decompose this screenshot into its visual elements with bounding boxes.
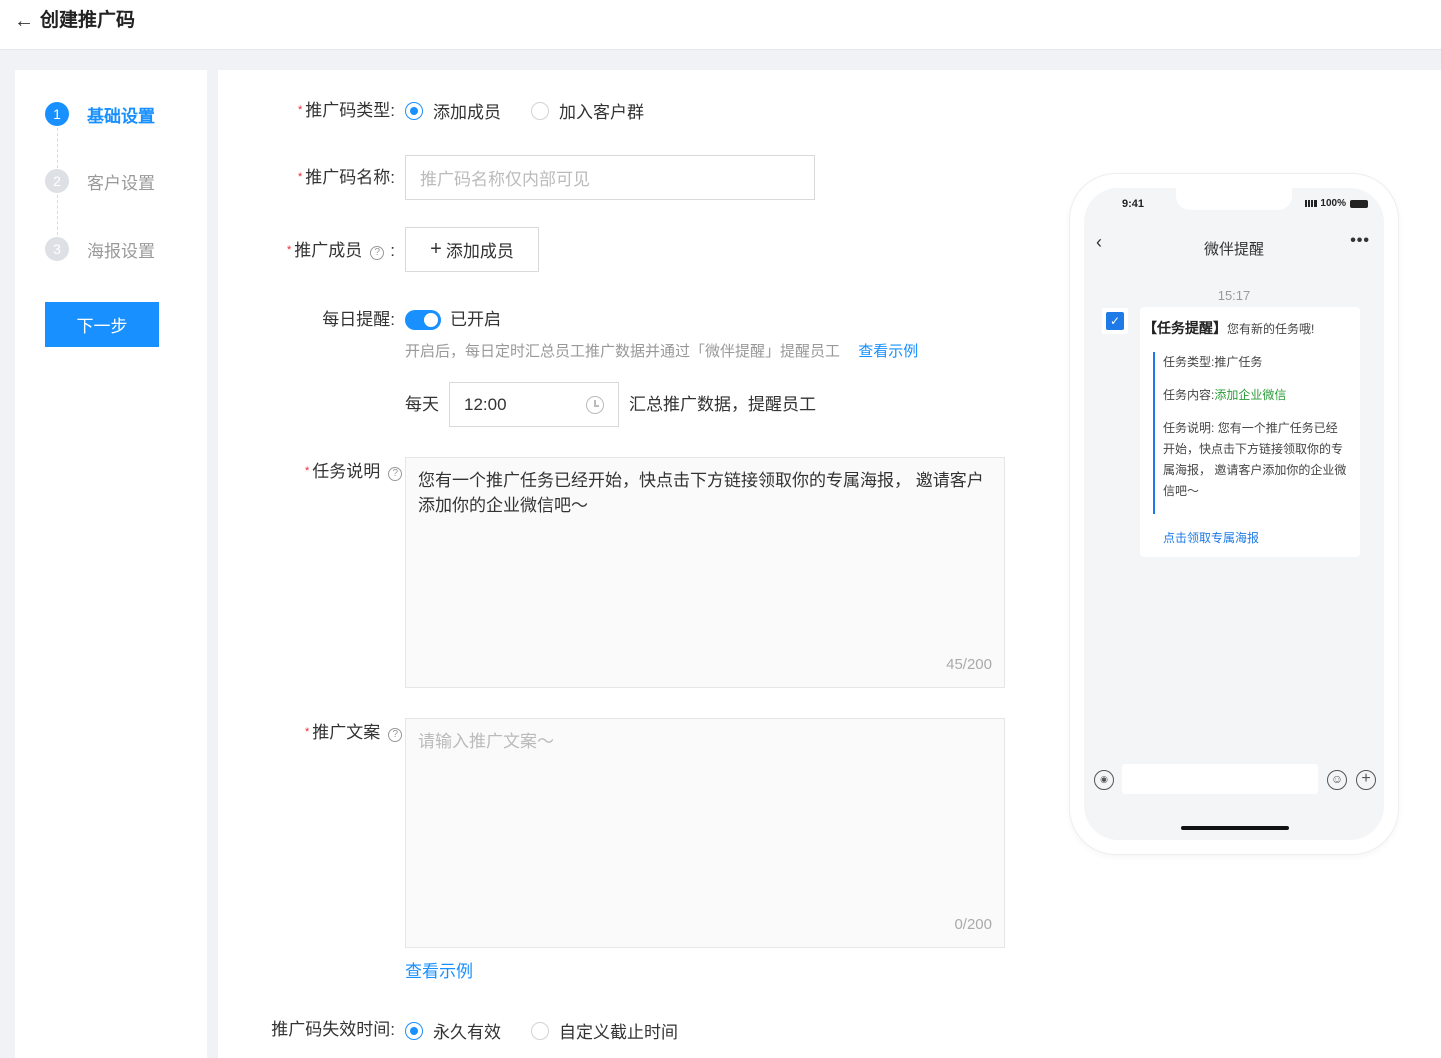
type-label: * 推广码类型: xyxy=(297,101,395,120)
form-panel: * 推广码类型: 添加成员 加入客户群 * 推广码名称: 推广码名称仅内部可见 * 推… xyxy=(218,70,1441,1058)
step-customer-settings[interactable]: 2 客户设置 xyxy=(45,168,155,194)
card-link: 点击领取专属海报 xyxy=(1163,531,1260,545)
card-desc-line: 任务说明: 您有一个推广任务已经开始，快点击下方链接领取你的专属海报， 邀请客户… xyxy=(1163,421,1347,498)
step-connector xyxy=(57,128,58,168)
next-step-button[interactable]: 下一步 xyxy=(45,302,159,347)
copy-textarea[interactable]: 请输入推广文案～ 0/200 xyxy=(405,718,1005,948)
phone-input-bar: ◉ ☺ + xyxy=(1084,758,1384,802)
home-indicator xyxy=(1181,826,1289,830)
top-bar: ← 创建推广码 xyxy=(0,0,1441,50)
radio-dot xyxy=(531,1021,549,1040)
phone-preview: 9:41 100% ‹ 微伴提醒 ••• 15:17 ✓ 【任务提醒】您有新的任… xyxy=(1070,174,1398,854)
step-label: 基础设置 xyxy=(87,106,155,126)
help-icon[interactable]: ? xyxy=(388,467,403,481)
task-card: 【任务提醒】您有新的任务哦! 任务类型:推广任务 任务内容:添加企业微信 任务说… xyxy=(1140,307,1360,557)
daily-hint: 开启后，每日定时汇总员工推广数据并通过「微伴提醒」提醒员工 查看示例 xyxy=(405,343,919,360)
radio-dot xyxy=(405,1021,423,1040)
radio-dot xyxy=(405,101,423,120)
voice-icon: ◉ xyxy=(1094,770,1114,790)
members-label: * 推广成员?: xyxy=(286,241,395,260)
step-number: 1 xyxy=(45,102,69,126)
phone-notch xyxy=(1176,188,1292,210)
card-type-line: 任务类型:推广任务 xyxy=(1163,355,1263,369)
radio-permanent[interactable]: 永久有效 xyxy=(405,1018,501,1043)
copy-label: *推广文案?: xyxy=(305,720,413,745)
plus-circle-icon: + xyxy=(1356,770,1376,790)
avatar: ✓ xyxy=(1102,308,1128,334)
task-textarea[interactable]: 您有一个推广任务已经开始，快点击下方链接领取你的专属海报， 邀请客户添加你的企业… xyxy=(405,457,1005,688)
every-day-label: 每天 xyxy=(405,395,439,414)
step-label: 客户设置 xyxy=(87,173,155,193)
step-basic-settings[interactable]: 1 基础设置 xyxy=(45,101,155,127)
page-title: 创建推广码 xyxy=(40,10,136,31)
emoji-icon: ☺ xyxy=(1327,770,1347,790)
copy-example-link[interactable]: 查看示例 xyxy=(405,960,473,984)
copy-counter: 0/200 xyxy=(954,916,992,933)
card-title: 【任务提醒】您有新的任务哦! xyxy=(1143,320,1315,336)
card-body: 任务类型:推广任务 任务内容:添加企业微信 任务说明: 您有一个推广任务已经开始… xyxy=(1153,352,1349,514)
daily-reminder-switch[interactable] xyxy=(405,310,441,330)
battery-icon xyxy=(1350,199,1368,208)
help-icon[interactable]: ? xyxy=(388,728,403,742)
status-time: 9:41 xyxy=(1122,198,1145,210)
plus-icon: + xyxy=(430,238,442,260)
expire-radio-group: 永久有效 自定义截止时间 xyxy=(405,1018,708,1043)
help-icon[interactable]: ? xyxy=(370,246,385,260)
step-poster-settings[interactable]: 3 海报设置 xyxy=(45,236,155,262)
phone-text-field xyxy=(1122,764,1318,794)
expire-label: 推广码失效时间: xyxy=(271,1020,395,1039)
back-arrow-icon[interactable]: ← xyxy=(14,10,34,32)
step-number: 3 xyxy=(45,237,69,261)
step-connector xyxy=(57,195,58,235)
task-counter: 45/200 xyxy=(946,656,992,673)
more-icon: ••• xyxy=(1350,232,1370,249)
task-label: *任务说明?: xyxy=(305,459,413,484)
radio-add-member[interactable]: 添加成员 xyxy=(405,98,501,123)
step-label: 海报设置 xyxy=(87,241,155,261)
daily-label: 每日提醒: xyxy=(322,310,395,329)
radio-custom-deadline[interactable]: 自定义截止时间 xyxy=(531,1018,678,1043)
type-radio-group: 添加成员 加入客户群 xyxy=(405,98,674,123)
radio-join-group[interactable]: 加入客户群 xyxy=(531,98,644,123)
radio-dot xyxy=(531,101,549,120)
signal-icon xyxy=(1305,200,1318,207)
name-label: * 推广码名称: xyxy=(297,168,395,187)
card-content-line: 任务内容:添加企业微信 xyxy=(1163,388,1287,402)
clock-icon xyxy=(586,396,604,414)
status-battery: 100% xyxy=(1305,198,1368,209)
message-time: 15:17 xyxy=(1217,288,1251,303)
add-member-button[interactable]: + 添加成员 xyxy=(405,227,539,272)
name-input[interactable]: 推广码名称仅内部可见 xyxy=(405,155,815,200)
chat-title: 微伴提醒 xyxy=(1203,241,1264,258)
daily-suffix: 汇总推广数据，提醒员工 xyxy=(629,395,816,414)
time-picker[interactable]: 12:00 xyxy=(449,382,619,427)
steps-panel: 1 基础设置 2 客户设置 3 海报设置 下一步 xyxy=(15,70,207,1058)
checkbox-icon: ✓ xyxy=(1106,312,1124,330)
view-example-link[interactable]: 查看示例 xyxy=(858,343,918,360)
step-number: 2 xyxy=(45,169,69,193)
phone-screen: 9:41 100% ‹ 微伴提醒 ••• 15:17 ✓ 【任务提醒】您有新的任… xyxy=(1084,188,1384,840)
switch-status: 已开启 xyxy=(450,310,501,329)
